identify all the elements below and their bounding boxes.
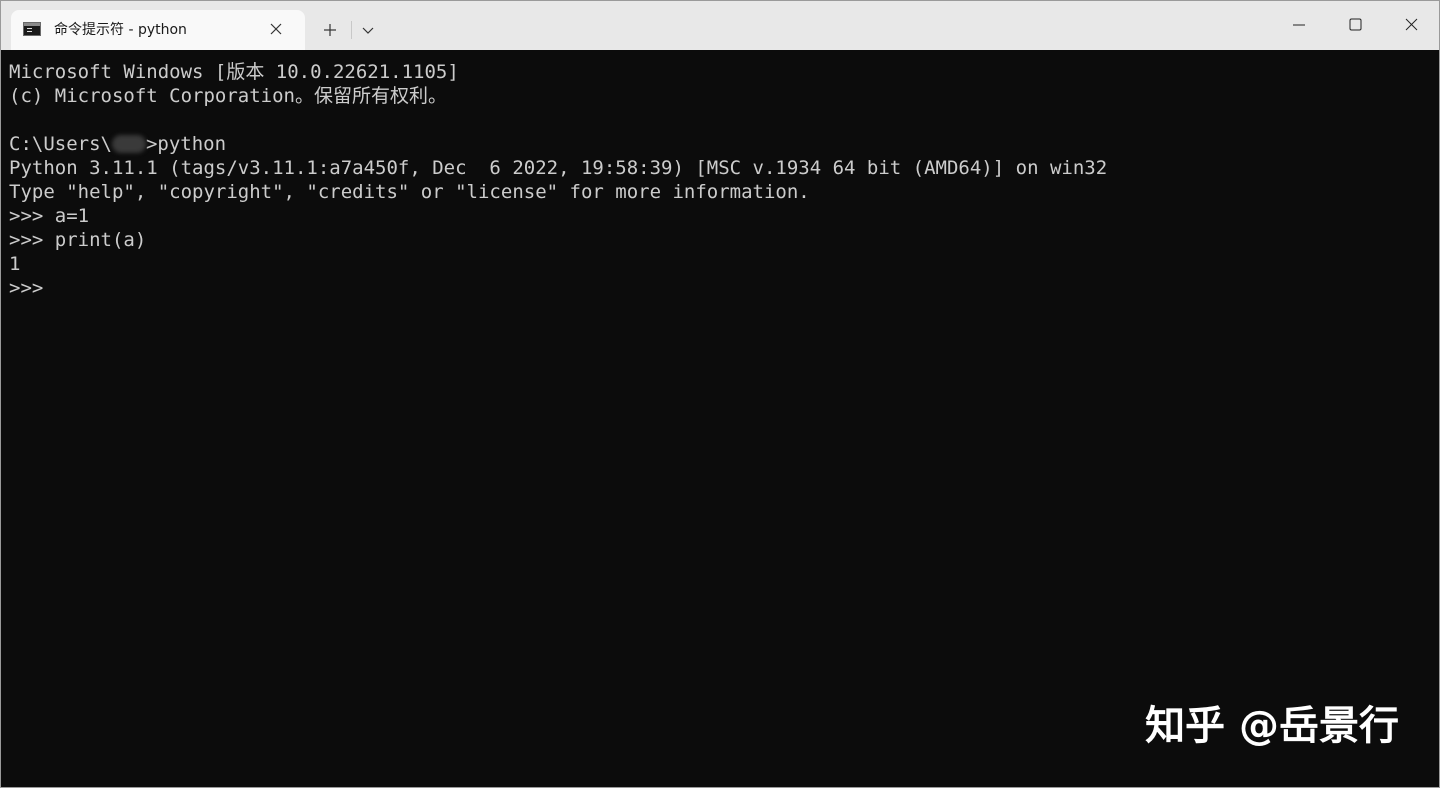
terminal-line: >>> print(a) [9, 229, 147, 251]
title-bar: 命令提示符 - python [1, 1, 1439, 50]
new-tab-button[interactable] [316, 16, 344, 44]
minimize-button[interactable] [1279, 9, 1319, 41]
close-icon [270, 23, 282, 35]
close-icon [1405, 18, 1418, 31]
terminal-output[interactable]: Microsoft Windows [版本 10.0.22621.1105] (… [1, 50, 1439, 787]
prompt-command: >python [145, 133, 227, 155]
terminal-line: Python 3.11.1 (tags/v3.11.1:a7a450f, Dec… [9, 157, 1108, 179]
minimize-icon [1293, 24, 1305, 26]
terminal-prompt: >>> [9, 277, 44, 299]
prompt-path: C:\Users\ [9, 133, 112, 155]
cmd-console-icon [23, 22, 41, 36]
tab-divider [351, 21, 352, 39]
redacted-username [111, 135, 146, 153]
close-window-button[interactable] [1391, 9, 1431, 41]
plus-icon [324, 24, 336, 36]
terminal-prompt-line: C:\Users\ >python [9, 132, 1439, 156]
profile-dropdown-button[interactable] [355, 17, 381, 43]
tab-command-prompt[interactable]: 命令提示符 - python [11, 10, 305, 50]
terminal-line: 1 [9, 253, 21, 275]
tab-title: 命令提示符 - python [54, 22, 187, 38]
close-tab-button[interactable] [265, 18, 287, 40]
terminal-line: >>> a=1 [9, 205, 90, 227]
terminal-window: 命令提示符 - python Microsoft Windows [版本 10.… [0, 0, 1440, 788]
terminal-line: Type "help", "copyright", "credits" or "… [9, 181, 810, 203]
terminal-line: Microsoft Windows [版本 10.0.22621.1105] [9, 61, 459, 83]
terminal-line: (c) Microsoft Corporation。保留所有权利。 [9, 85, 447, 107]
chevron-down-icon [362, 27, 374, 34]
watermark: 知乎 @岳景行 [1145, 703, 1399, 749]
maximize-button[interactable] [1335, 9, 1375, 41]
maximize-icon [1349, 18, 1362, 31]
